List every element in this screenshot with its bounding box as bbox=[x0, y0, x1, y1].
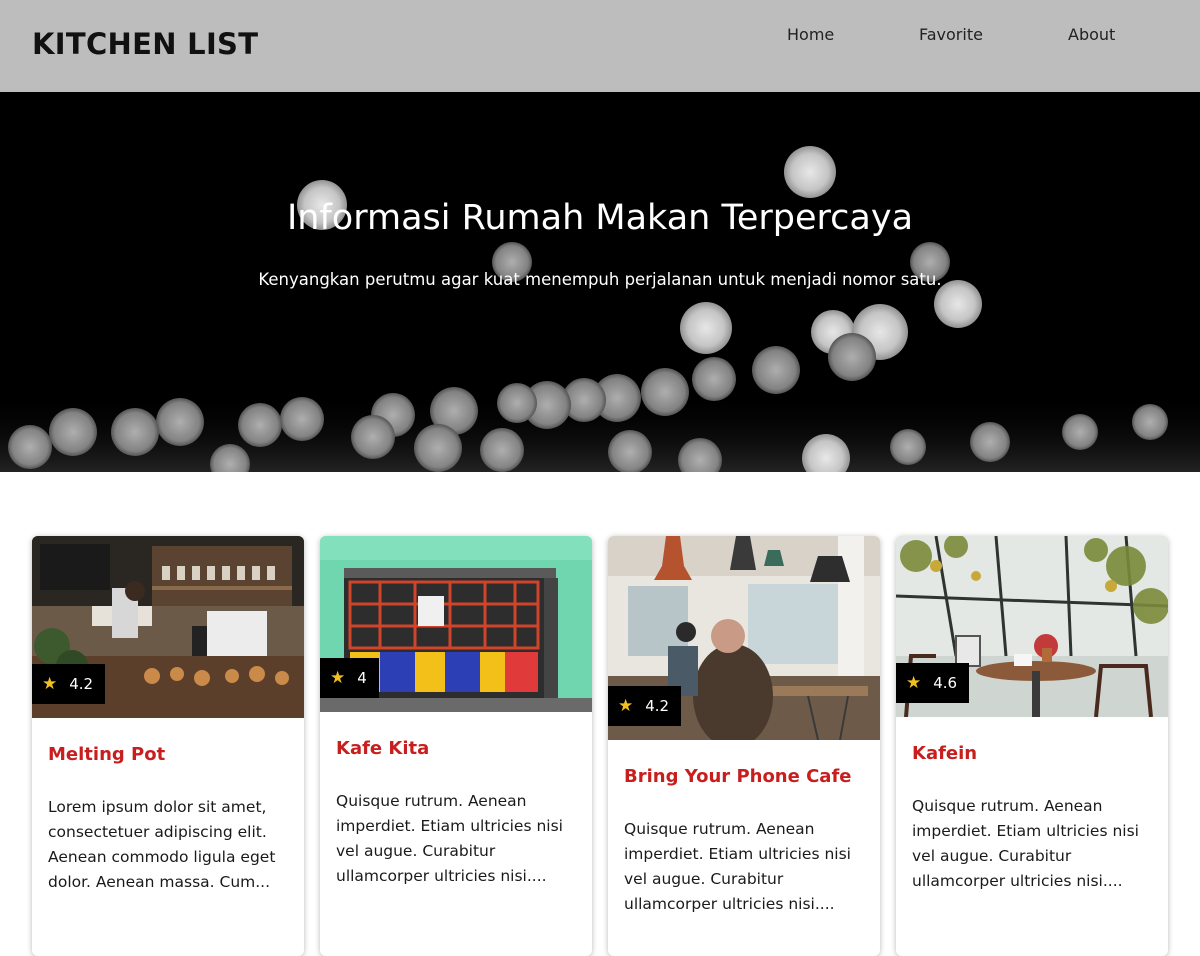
star-icon: ★ bbox=[42, 674, 58, 694]
brand-logo[interactable]: KITCHEN LIST bbox=[32, 27, 258, 61]
restaurant-description: Quisque rutrum. Aenean imperdiet. Etiam … bbox=[912, 794, 1158, 894]
restaurant-card[interactable]: ★ 4.2 Bring Your Phone Cafe Quisque rutr… bbox=[608, 536, 880, 956]
hero-subtitle: Kenyangkan perutmu agar kuat menempuh pe… bbox=[258, 270, 942, 289]
description-line: vel augue. Curabitur bbox=[336, 842, 496, 860]
nav-favorite-link[interactable]: Favorite bbox=[919, 25, 983, 44]
description-line: Lorem ipsum dolor sit amet, bbox=[48, 798, 267, 816]
restaurant-description: Quisque rutrum. Aenean imperdiet. Etiam … bbox=[624, 817, 870, 917]
restaurant-name[interactable]: Bring Your Phone Cafe bbox=[624, 766, 852, 787]
restaurant-card[interactable]: ★ 4.6 Kafein Quisque rutrum. Aenean impe… bbox=[896, 536, 1168, 956]
app-header: KITCHEN LIST Home Favorite About bbox=[0, 0, 1200, 92]
description-line: Aenean commodo ligula eget bbox=[48, 848, 276, 866]
restaurant-name[interactable]: Kafe Kita bbox=[336, 738, 429, 759]
description-line: vel augue. Curabitur bbox=[624, 870, 784, 888]
description-line: Quisque rutrum. Aenean bbox=[336, 792, 527, 810]
restaurant-name[interactable]: Melting Pot bbox=[48, 744, 165, 765]
rating-value: 4.2 bbox=[69, 675, 94, 693]
nav-about-link[interactable]: About bbox=[1068, 25, 1115, 44]
description-line: imperdiet. Etiam ultricies nisi bbox=[624, 845, 851, 863]
description-line: consectetuer adipiscing elit. bbox=[48, 823, 267, 841]
nav-home-link[interactable]: Home bbox=[787, 25, 834, 44]
rating-value: 4 bbox=[357, 669, 367, 687]
rating-badge: ★ 4.2 bbox=[608, 686, 682, 726]
description-line: Quisque rutrum. Aenean bbox=[912, 797, 1103, 815]
hero-title: Informasi Rumah Makan Terpercaya bbox=[286, 198, 914, 238]
description-line: imperdiet. Etiam ultricies nisi bbox=[912, 822, 1139, 840]
restaurant-card[interactable]: ★ 4.2 Melting Pot Lorem ipsum dolor sit … bbox=[32, 536, 304, 956]
description-line: ullamcorper ultricies nisi.... bbox=[624, 895, 835, 913]
hero-banner: Informasi Rumah Makan Terpercaya Kenyang… bbox=[0, 92, 1200, 472]
restaurant-card[interactable]: ★ 4 Kafe Kita Quisque rutrum. Aenean imp… bbox=[320, 536, 592, 956]
rating-value: 4.6 bbox=[933, 674, 958, 692]
description-line: ullamcorper ultricies nisi.... bbox=[912, 872, 1123, 890]
star-icon: ★ bbox=[906, 673, 922, 693]
description-line: imperdiet. Etiam ultricies nisi bbox=[336, 817, 563, 835]
description-line: ullamcorper ultricies nisi.... bbox=[336, 867, 547, 885]
description-line: vel augue. Curabitur bbox=[912, 847, 1072, 865]
rating-badge: ★ 4.2 bbox=[32, 664, 106, 704]
description-line: dolor. Aenean massa. Cum... bbox=[48, 873, 271, 891]
restaurant-description: Quisque rutrum. Aenean imperdiet. Etiam … bbox=[336, 789, 582, 889]
restaurant-description: Lorem ipsum dolor sit amet, consectetuer… bbox=[48, 795, 294, 895]
rating-badge: ★ 4 bbox=[320, 658, 379, 698]
rating-value: 4.2 bbox=[645, 697, 670, 715]
description-line: Quisque rutrum. Aenean bbox=[624, 820, 815, 838]
rating-badge: ★ 4.6 bbox=[896, 663, 970, 703]
restaurant-name[interactable]: Kafein bbox=[912, 743, 977, 764]
star-icon: ★ bbox=[330, 668, 346, 688]
star-icon: ★ bbox=[618, 696, 634, 716]
